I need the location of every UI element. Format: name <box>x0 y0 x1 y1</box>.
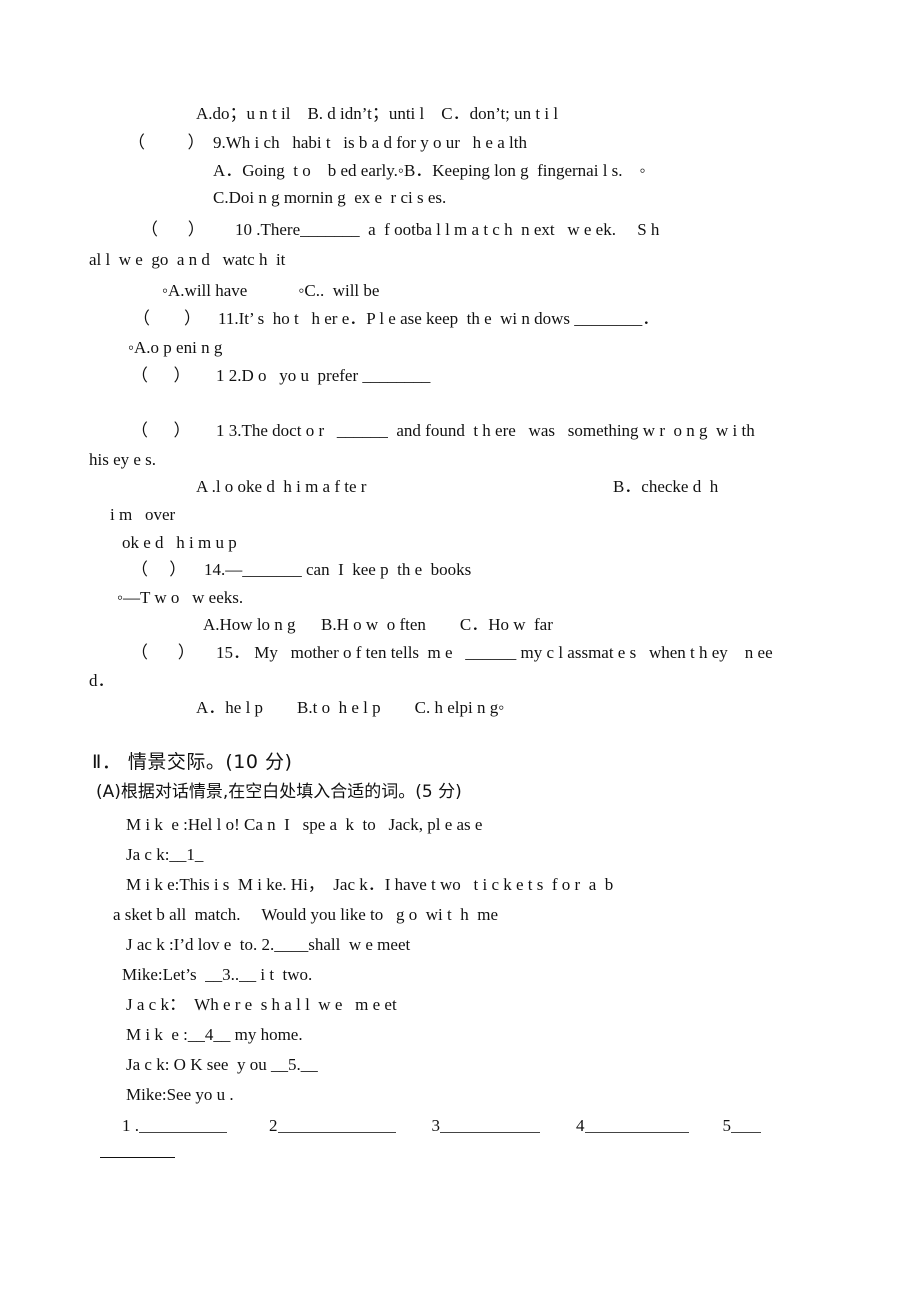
q15-option-line-1[interactable]: A．he l p B.t o h e l p C. h elpi n g◦ <box>196 698 504 718</box>
dialogue-line[interactable]: Mike:Let’s __3..__ i t two. <box>122 965 312 985</box>
dialogue-line[interactable]: J ac k :I’d lov e to. 2.____shall w e me… <box>126 935 410 955</box>
q13-stem-line-1: 1 3.The doct o r ______ and found t h er… <box>216 421 755 440</box>
q9-checkbox-paren[interactable]: （ ） <box>128 133 205 153</box>
q8-options-line: A.do；u n t il B. d idn’t；unti l C．don’t;… <box>196 104 559 123</box>
dialogue-line: Mike:See yo u . <box>126 1085 234 1104</box>
q13-option-line-2[interactable]: i m over <box>110 505 175 525</box>
section-two-heading: Ⅱ． 情景交际。(10 分) <box>92 751 293 773</box>
q11-checkbox-paren[interactable]: （ ） <box>133 309 201 329</box>
q13-option-line-3[interactable]: ok e d h i m u p <box>122 533 237 553</box>
q9-option-line-2[interactable]: C.Doi n g mornin g ex e r ci s es. <box>213 188 446 208</box>
q13-option-line-1[interactable]: A .l o oke d h i m a f te r B．checke d h <box>196 477 718 497</box>
q14-option-line-1[interactable]: A.How lo n g B.H o w o ften C．Ho w far <box>203 615 553 635</box>
answer-blank-5-continuation[interactable] <box>100 1157 175 1158</box>
answer-blank-label-3: 3 <box>431 1116 441 1135</box>
dialogue-line: M i k e:This i s M i ke. Hi， Jac k．I hav… <box>126 875 614 894</box>
q9-stem: 9.Wh i ch habi t is b a d for y o ur h e… <box>213 133 527 152</box>
dialogue-line[interactable]: Ja c k: O K see y ou __5.__ <box>126 1055 318 1075</box>
answer-blank-3[interactable] <box>440 1119 540 1133</box>
answer-blank-4[interactable] <box>584 1119 689 1133</box>
dialogue-line: J a c k： Wh e r e s h a l l w e m e et <box>126 995 397 1014</box>
answer-blank-label-5: 5 <box>722 1116 732 1135</box>
answer-blank-label-1: 1 . <box>122 1116 139 1135</box>
section-two-subheading: (A)根据对话情景,在空白处填入合适的词。(5 分) <box>96 782 462 802</box>
q10-stem-line-1: 10 .There_______ a f ootba l l m a t c h… <box>235 220 660 239</box>
answer-blank-label-4: 4 <box>576 1116 585 1135</box>
q11-option-line-1[interactable]: ◦A.o p eni n g <box>128 338 222 358</box>
q14-stem-line-1: 14.—_______ can I kee p th e books <box>204 560 472 579</box>
q10-stem-line-2: al l w e go a n d watc h it <box>89 250 286 269</box>
q12-checkbox-paren[interactable]: （ ） <box>131 366 191 386</box>
dialogue-line: a sket b all match. Would you like to g … <box>113 905 499 924</box>
answer-blanks-row: 1 . 2 3 4 5 <box>122 1116 761 1136</box>
dialogue-line: M i k e :Hel l o! Ca n I spe a k to Jack… <box>126 815 483 834</box>
exam-page: A.do；u n t il B. d idn’t；unti l C．don’t;… <box>0 0 920 1300</box>
q15-stem-line-2: d． <box>89 671 115 690</box>
q14-stem-line-2: ◦—T w o w eeks. <box>117 588 244 607</box>
answer-blank-2[interactable] <box>277 1119 396 1133</box>
q13-checkbox-paren[interactable]: （ ） <box>131 421 191 441</box>
answer-blank-5[interactable] <box>731 1119 761 1133</box>
q11-stem: 11.It’ s ho t h er e．P l e ase keep th e… <box>218 309 660 328</box>
dialogue-line[interactable]: Ja c k:__1_ <box>126 845 203 865</box>
answer-blank-1[interactable] <box>139 1119 227 1133</box>
answer-blank-label-2: 2 <box>269 1116 278 1135</box>
q10-option-line-1[interactable]: ◦A.will have ◦C.. will be <box>162 281 379 301</box>
q9-option-line-1[interactable]: A．Going t o b ed early.◦B．Keeping lon g … <box>213 161 646 181</box>
q15-stem-line-1: 15． My mother o f ten tells m e ______ m… <box>216 643 773 662</box>
q13-stem-line-2: his ey e s. <box>89 450 157 469</box>
dialogue-line[interactable]: M i k e :__4__ my home. <box>126 1025 303 1045</box>
q12-stem: 1 2.D o yo u prefer ________ <box>216 366 431 385</box>
q15-checkbox-paren[interactable]: （ ） <box>131 643 195 663</box>
q10-checkbox-paren[interactable]: （ ） <box>141 220 205 240</box>
q14-checkbox-paren[interactable]: （ ） <box>131 560 186 580</box>
